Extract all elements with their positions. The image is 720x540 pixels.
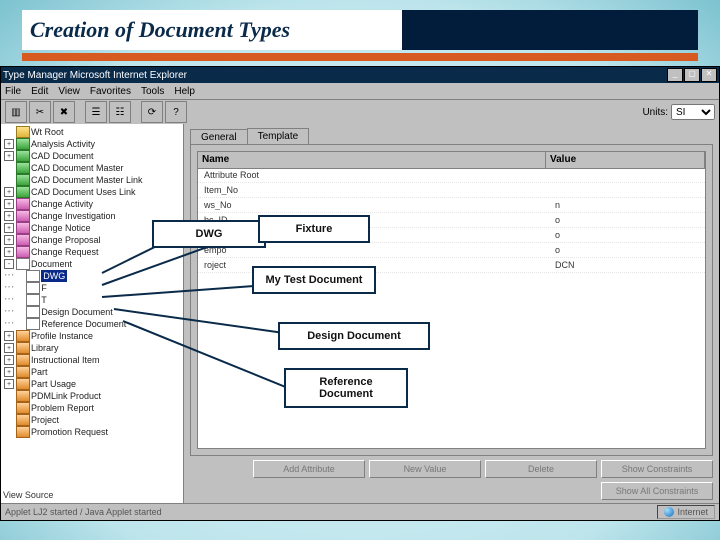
callout-dwg: DWG <box>152 220 266 248</box>
callout-mytest: My Test Document <box>252 266 376 294</box>
callout-design: Design Document <box>278 322 430 350</box>
callout-fixture: Fixture <box>258 215 370 243</box>
callout-reference: Reference Document <box>284 368 408 408</box>
